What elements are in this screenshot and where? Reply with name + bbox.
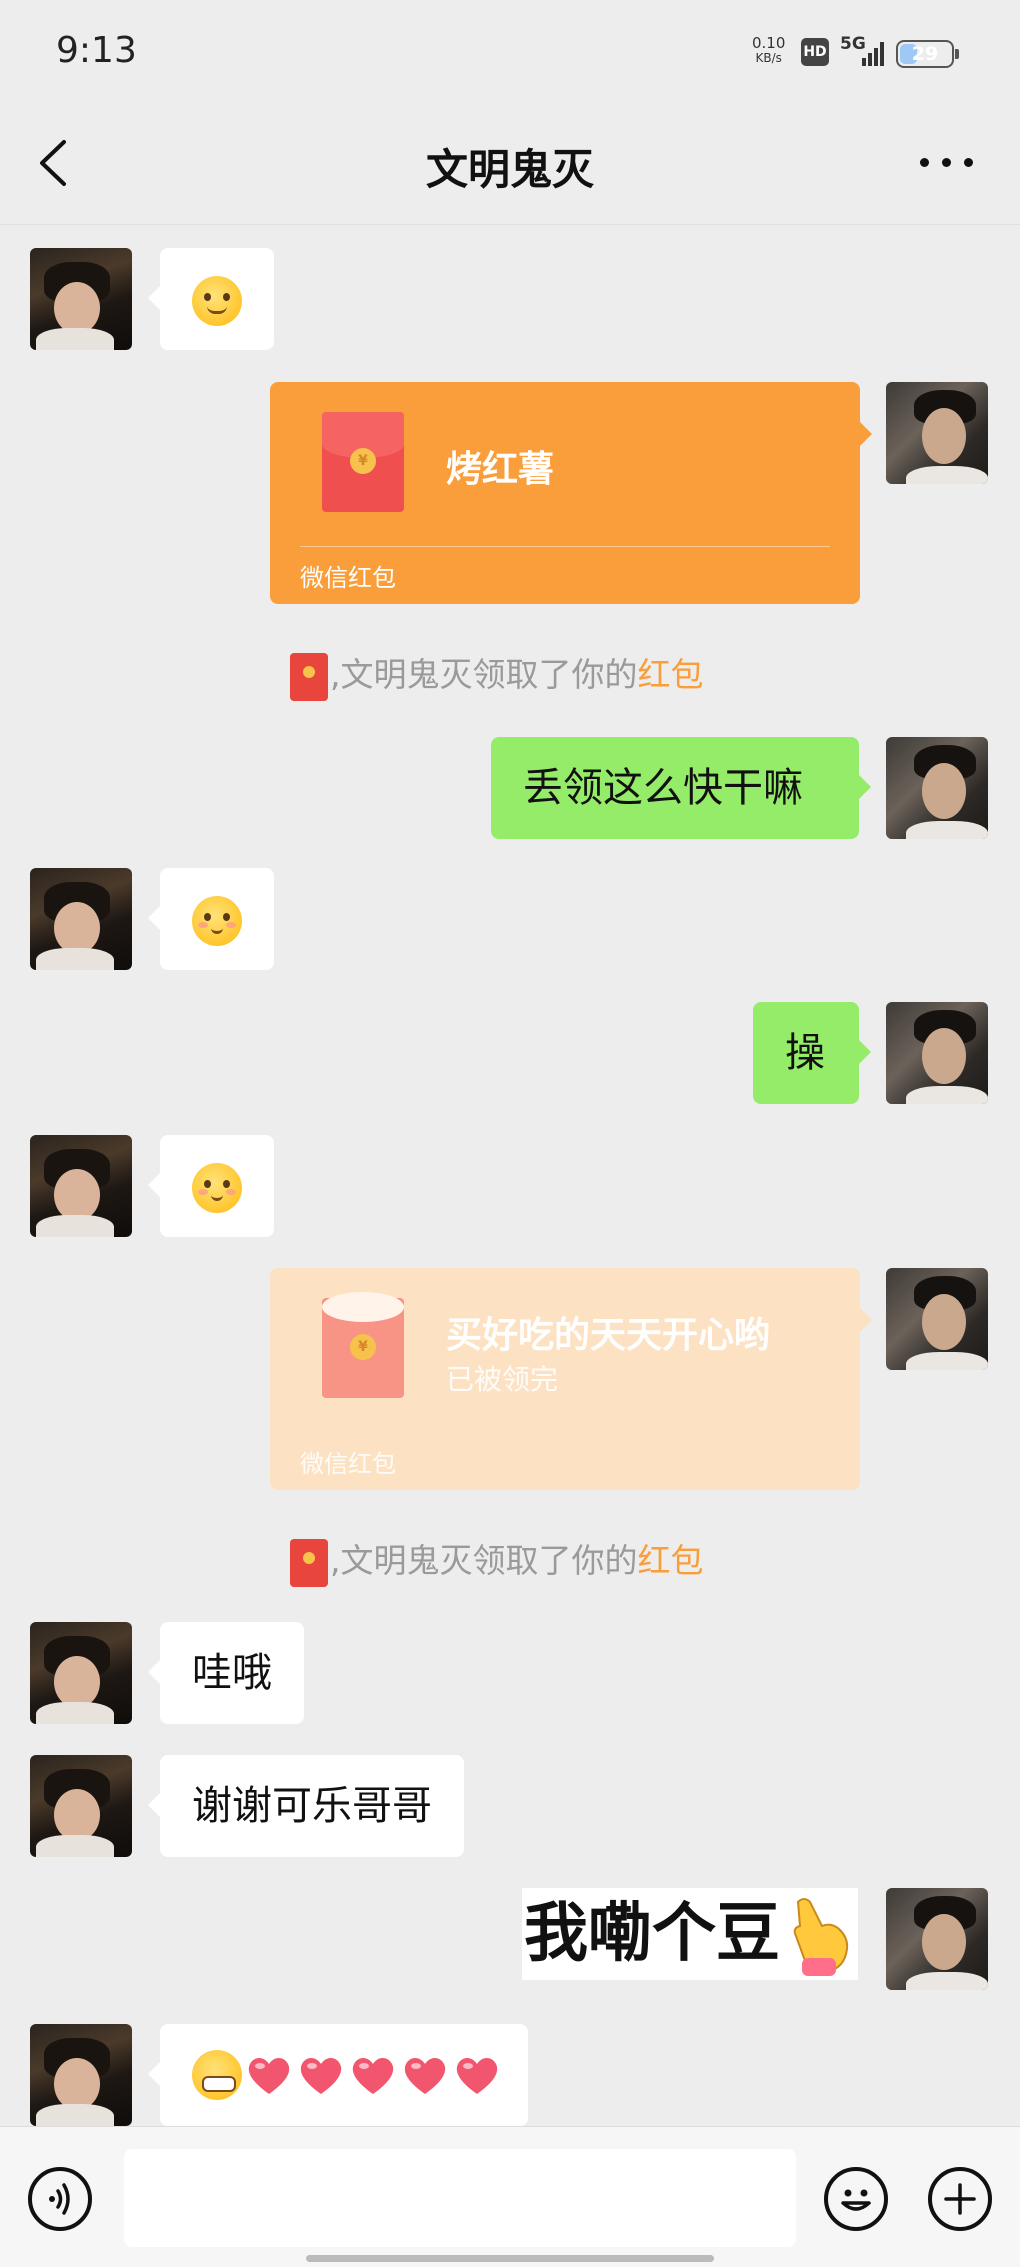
my-avatar[interactable]	[886, 1268, 988, 1370]
red-packet-small-icon	[290, 652, 328, 701]
my-avatar[interactable]	[886, 1888, 988, 1990]
red-packet-opened-icon: ¥	[322, 1292, 404, 1398]
notice-text: 文明鬼灭领取了你的	[340, 1541, 638, 1580]
hd-badge: HD	[801, 38, 829, 66]
home-indicator[interactable]	[306, 2255, 714, 2262]
red-packet-status: 已被领完	[446, 1363, 559, 1396]
status-bar: 9:13 0.10 KB/s HD 5G 29	[0, 0, 1020, 100]
red-packet-label: 微信红包	[300, 564, 396, 592]
heart-icon	[352, 2058, 394, 2094]
red-packet-small-icon	[290, 1538, 328, 1587]
my-avatar[interactable]	[886, 737, 988, 839]
message-input[interactable]	[124, 2149, 796, 2247]
input-bar	[0, 2126, 1020, 2267]
voice-icon[interactable]	[28, 2167, 92, 2231]
contact-avatar[interactable]	[30, 1135, 132, 1237]
network-speed: 0.10 KB/s	[752, 36, 785, 66]
heart-icon	[456, 2058, 498, 2094]
red-packet-label: 微信红包	[300, 1450, 396, 1478]
signal-icon	[862, 42, 886, 66]
message-bubble-incoming[interactable]	[148, 2024, 528, 2126]
message-bubble-outgoing[interactable]: 操	[753, 1002, 871, 1104]
status-time: 9:13	[56, 30, 137, 71]
blush-emoji-icon	[192, 1163, 242, 1213]
heart-icon	[404, 2058, 446, 2094]
message-bubble-outgoing[interactable]: 丢领这么快干嘛	[491, 737, 871, 839]
my-avatar[interactable]	[886, 382, 988, 484]
notice-link[interactable]: 红包	[638, 1541, 704, 1580]
notice-text: 文明鬼灭领取了你的	[340, 655, 638, 694]
message-bubble-incoming[interactable]: 哇哦	[148, 1622, 304, 1724]
network-speed-value: 0.10	[752, 34, 786, 52]
red-packet-card-opened[interactable]: ¥ 买好吃的天天开心哟 已被领完 微信红包	[270, 1268, 872, 1490]
system-notice: ,文明鬼灭领取了你的红包	[290, 648, 704, 701]
pointing-hand-icon	[793, 1898, 849, 1976]
heart-icon	[300, 2058, 342, 2094]
plus-icon[interactable]	[928, 2167, 992, 2231]
red-packet-title: 买好吃的天天开心哟	[446, 1315, 771, 1356]
sticker-message[interactable]: 我嘞个豆	[522, 1888, 858, 1980]
heart-icon	[248, 2058, 290, 2094]
battery-icon: 29	[896, 40, 959, 68]
contact-avatar[interactable]	[30, 1755, 132, 1857]
red-packet-title: 烤红薯	[446, 449, 555, 490]
message-bubble-incoming[interactable]	[148, 868, 274, 970]
message-bubble-incoming[interactable]	[148, 1135, 274, 1237]
message-bubble-incoming[interactable]: 谢谢可乐哥哥	[148, 1755, 464, 1857]
red-packet-card[interactable]: ¥ 烤红薯 微信红包	[270, 382, 872, 604]
smile-emoji-icon	[192, 276, 242, 326]
contact-avatar[interactable]	[30, 2024, 132, 2126]
more-dots-icon[interactable]	[920, 156, 976, 170]
chat-title: 文明鬼灭	[425, 145, 594, 194]
battery-level: 29	[911, 43, 939, 65]
grin-emoji-icon	[192, 2050, 242, 2100]
system-notice: ,文明鬼灭领取了你的红包	[290, 1534, 704, 1587]
contact-avatar[interactable]	[30, 248, 132, 350]
sticker-text: 我嘞个豆	[524, 1897, 780, 1971]
my-avatar[interactable]	[886, 1002, 988, 1104]
contact-avatar[interactable]	[30, 1622, 132, 1724]
network-speed-unit: KB/s	[755, 51, 782, 65]
emoji-icon[interactable]	[824, 2167, 888, 2231]
message-bubble-incoming[interactable]	[148, 248, 274, 350]
chat-header: 文明鬼灭	[0, 100, 1020, 225]
contact-avatar[interactable]	[30, 868, 132, 970]
notice-link[interactable]: 红包	[638, 655, 704, 694]
red-packet-icon: ¥	[322, 412, 404, 512]
blush-emoji-icon	[192, 896, 242, 946]
